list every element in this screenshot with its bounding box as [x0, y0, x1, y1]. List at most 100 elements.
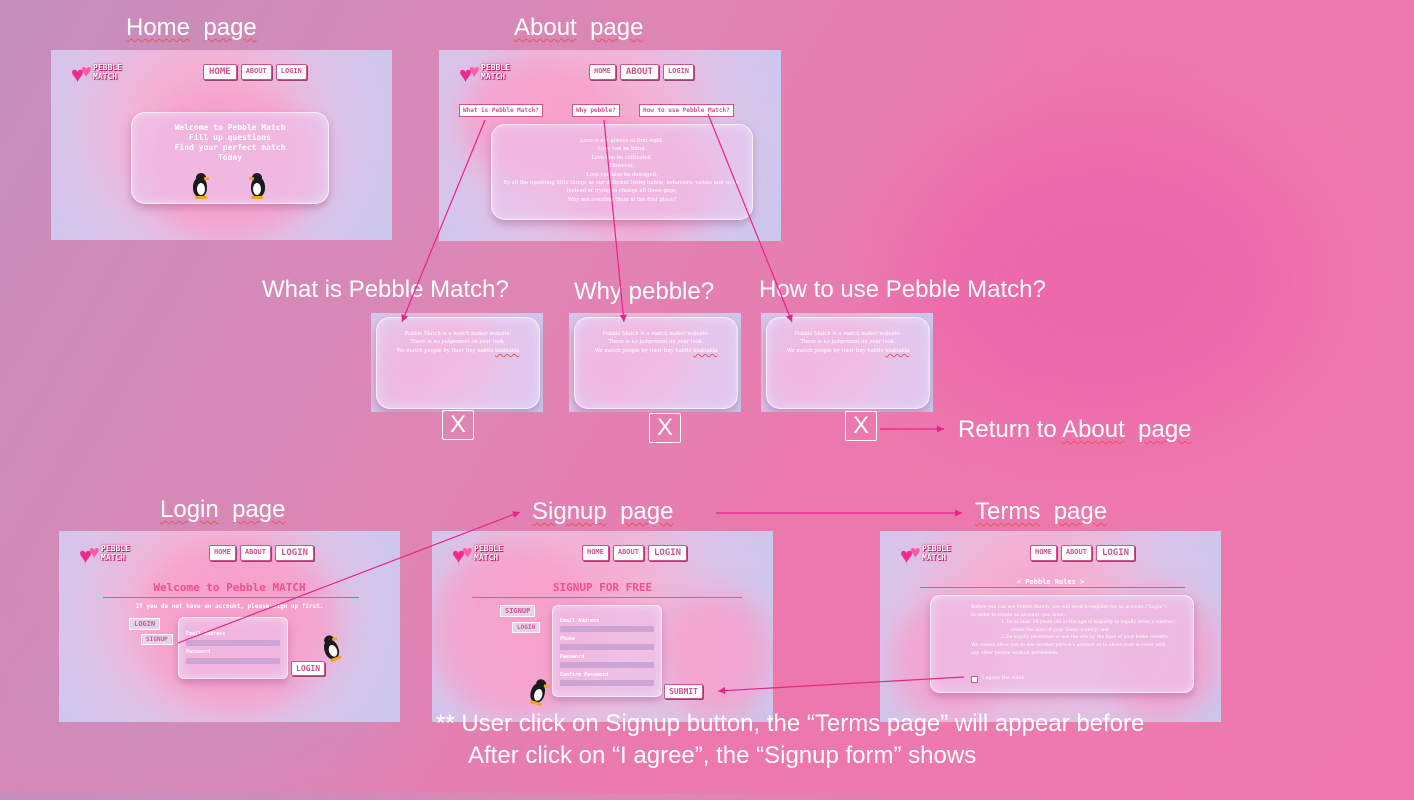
how-to-use-popup: Pebble Match is a match maker website. T…	[761, 313, 933, 412]
close-how-to-use-button[interactable]: X	[845, 411, 877, 441]
welcome-line: Fill up questions	[189, 133, 271, 142]
nav-about-button[interactable]: ABOUT	[240, 64, 272, 80]
nav-login-button[interactable]: LOGIN	[662, 64, 695, 80]
logo-text: PEBBLE MATCH	[481, 63, 510, 81]
confirm-password-field[interactable]	[560, 680, 654, 686]
heading-rule	[472, 597, 742, 598]
popup-card: Pebble Match is a match maker website. T…	[376, 317, 540, 409]
popup-line: There is no judgement on your look.	[608, 339, 704, 346]
logo-text: PEBBLE MATCH	[101, 544, 130, 562]
nav-login-button[interactable]: LOGIN	[647, 545, 688, 561]
popup-line-text: We match people by their tiny habits	[594, 347, 692, 354]
login-page-title: Login page	[160, 496, 285, 524]
email-field[interactable]	[186, 640, 280, 646]
welcome-line: Welcome to Pebble Match	[174, 123, 286, 132]
pink-cloud	[662, 591, 772, 721]
email-label: Email Address	[560, 618, 600, 624]
login-heading: Welcome to Pebble MATCH	[153, 581, 306, 594]
phone-label: Phone	[560, 636, 576, 642]
password-label: Password	[560, 654, 585, 660]
title-word: Signup	[532, 498, 607, 525]
close-why-pebble-button[interactable]: X	[649, 413, 681, 443]
logo-line: MATCH	[93, 72, 118, 81]
logo-line: PEBBLE	[922, 544, 951, 553]
what-is-title: What is Pebble Match?	[262, 276, 509, 303]
signup-form: Email Address Phone Password Confirm Pas…	[552, 605, 662, 697]
login-subtext: If you do not have an account, please si…	[135, 603, 324, 610]
nav-bar: HOME ABOUT LOGIN	[203, 64, 307, 80]
about-line: Love can also be damaged.	[586, 171, 658, 178]
nav-home-button[interactable]: HOME	[582, 545, 609, 561]
agree-checkbox[interactable]	[971, 676, 978, 683]
email-label: Email Address	[186, 631, 226, 637]
tab-what-is-pebble-match[interactable]: What is Pebble Match?	[459, 104, 543, 117]
logo: ♥ ♥ PEBBLE MATCH	[452, 543, 522, 567]
nav-home-button[interactable]: HOME	[209, 545, 236, 561]
nav-about-button[interactable]: ABOUT	[619, 64, 659, 80]
popup-line: There is no judgement on your look.	[800, 339, 896, 346]
nav-bar: HOME ABOUT LOGIN	[209, 545, 315, 561]
logo-line: PEBBLE	[481, 63, 510, 72]
login-submit-button[interactable]: LOGIN	[291, 661, 326, 676]
logo: ♥ ♥ PEBBLE MATCH	[71, 62, 141, 86]
title-word: About	[514, 14, 577, 41]
signup-tab[interactable]: SIGNUP	[500, 605, 536, 617]
login-tab[interactable]: LOGIN	[512, 622, 541, 633]
title-word: Terms	[975, 498, 1041, 525]
penguin-icon	[246, 173, 268, 199]
what-is-popup: Pebble Match is a match maker website. T…	[371, 313, 543, 412]
logo: ♥ ♥ PEBBLE MATCH	[79, 543, 149, 567]
about-card: Love is not always at first sight. Love …	[491, 124, 753, 220]
terms-line: We cannot allow you to use another perso…	[971, 642, 1166, 648]
agree-label[interactable]: I agree the rules	[982, 675, 1024, 681]
password-field[interactable]	[186, 658, 280, 664]
nav-about-button[interactable]: ABOUT	[239, 545, 271, 561]
nav-home-button[interactable]: HOME	[203, 64, 237, 80]
popup-extra: blablabla	[885, 347, 910, 354]
logo: ♥ ♥ PEBBLE MATCH	[900, 543, 970, 567]
about-line: Instead of trying to change all these ga…	[566, 188, 678, 195]
signup-page-title: Signup page	[532, 498, 673, 526]
close-what-is-button[interactable]: X	[442, 410, 474, 440]
logo-line: PEBBLE	[93, 63, 122, 72]
popup-line: We match people by their tiny habits bla…	[767, 347, 929, 355]
heart-icon: ♥	[469, 61, 480, 81]
nav-about-button[interactable]: ABOUT	[1060, 545, 1092, 561]
heart-icon: ♥	[462, 542, 473, 562]
about-line: Love can be blind.	[597, 146, 647, 153]
tab-why-pebble[interactable]: Why pebble?	[572, 104, 620, 117]
title-word: page	[590, 14, 644, 41]
nav-bar: HOME ABOUT LOGIN	[589, 64, 695, 80]
title-word: page	[1053, 498, 1108, 525]
nav-bar: HOME ABOUT LOGIN	[582, 545, 688, 561]
nav-home-button[interactable]: HOME	[589, 64, 616, 80]
return-label: Return to	[958, 416, 1057, 443]
about-page-title: About page	[514, 14, 643, 42]
nav-login-button[interactable]: LOGIN	[1095, 545, 1136, 561]
terms-line: 2. be legally permitted to use the site …	[1001, 635, 1169, 641]
logo-line: MATCH	[922, 553, 947, 562]
logo-line: MATCH	[474, 553, 499, 562]
heading-rule	[103, 597, 359, 598]
email-field[interactable]	[560, 626, 654, 632]
popup-line: There is no judgement on your look.	[410, 339, 506, 346]
nav-bar: HOME ABOUT LOGIN	[1030, 545, 1136, 561]
title-word: page	[203, 14, 257, 41]
nav-login-button[interactable]: LOGIN	[275, 64, 307, 80]
popup-card: Pebble Match is a match maker website. T…	[766, 317, 930, 409]
nav-login-button[interactable]: LOGIN	[274, 545, 315, 561]
signup-tab[interactable]: SIGNUP	[141, 634, 173, 645]
nav-home-button[interactable]: HOME	[1030, 545, 1057, 561]
popup-line: We match people by their tiny habits bla…	[377, 347, 539, 355]
nav-about-button[interactable]: ABOUT	[612, 545, 644, 561]
welcome-text: Welcome to Pebble Match Fill up question…	[132, 123, 328, 163]
terms-page-screenshot: ♥ ♥ PEBBLE MATCH HOME ABOUT LOGIN < Pebble…	[880, 531, 1221, 722]
terms-line: Before you can use Pebble Match, you wil…	[971, 605, 1168, 610]
tab-how-to-use[interactable]: How to use Pebble Match?	[639, 104, 734, 117]
popup-line: Pebble Match is a match maker website.	[794, 331, 902, 337]
password-field[interactable]	[560, 662, 654, 668]
login-tab[interactable]: LOGIN	[129, 618, 161, 630]
phone-field[interactable]	[560, 644, 654, 650]
submit-button[interactable]: SUBMIT	[664, 684, 703, 699]
about-line: However,	[609, 163, 635, 170]
